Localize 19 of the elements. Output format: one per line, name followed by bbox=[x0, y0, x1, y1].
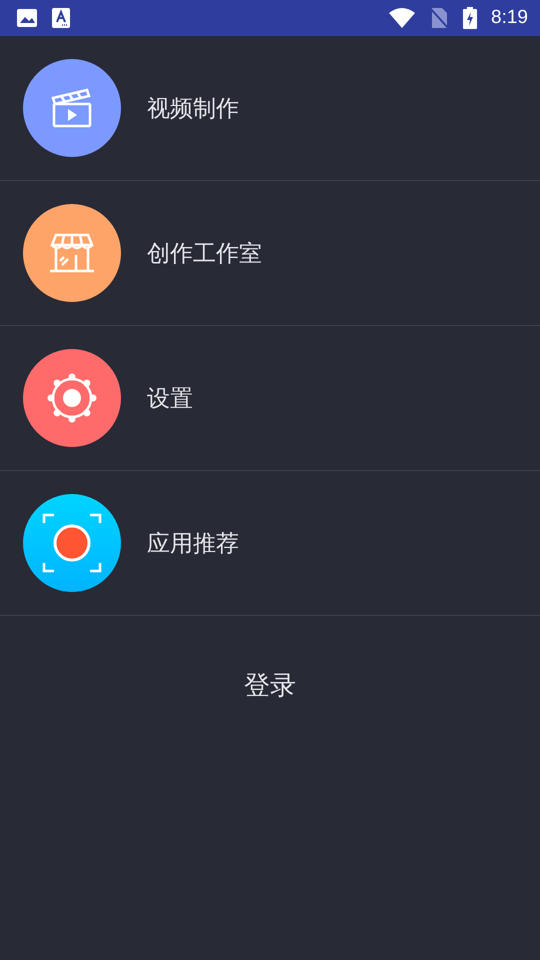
menu-item[interactable]: 视频制作 bbox=[0, 36, 540, 181]
menu-item[interactable]: 应用推荐 bbox=[0, 471, 540, 616]
storefront-icon bbox=[48, 231, 96, 275]
no-sim-icon bbox=[429, 7, 450, 29]
clapperboard-icon bbox=[50, 86, 94, 130]
clock-time: 8:19 bbox=[491, 7, 528, 29]
menu-label: 应用推荐 bbox=[147, 530, 239, 558]
menu-item[interactable]: 设置 bbox=[0, 326, 540, 471]
menu-label: 创作工作室 bbox=[147, 240, 262, 268]
menu-item[interactable]: 创作工作室 bbox=[0, 181, 540, 326]
gear-icon bbox=[46, 372, 98, 424]
menu-label: 设置 bbox=[147, 384, 193, 414]
font-icon bbox=[52, 8, 70, 28]
wifi-icon bbox=[389, 8, 416, 28]
menu-label: 视频制作 bbox=[147, 94, 239, 124]
login-link[interactable]: 登录 bbox=[244, 668, 296, 703]
image-icon bbox=[16, 8, 38, 28]
battery-icon bbox=[463, 7, 478, 29]
record-icon bbox=[42, 513, 102, 573]
